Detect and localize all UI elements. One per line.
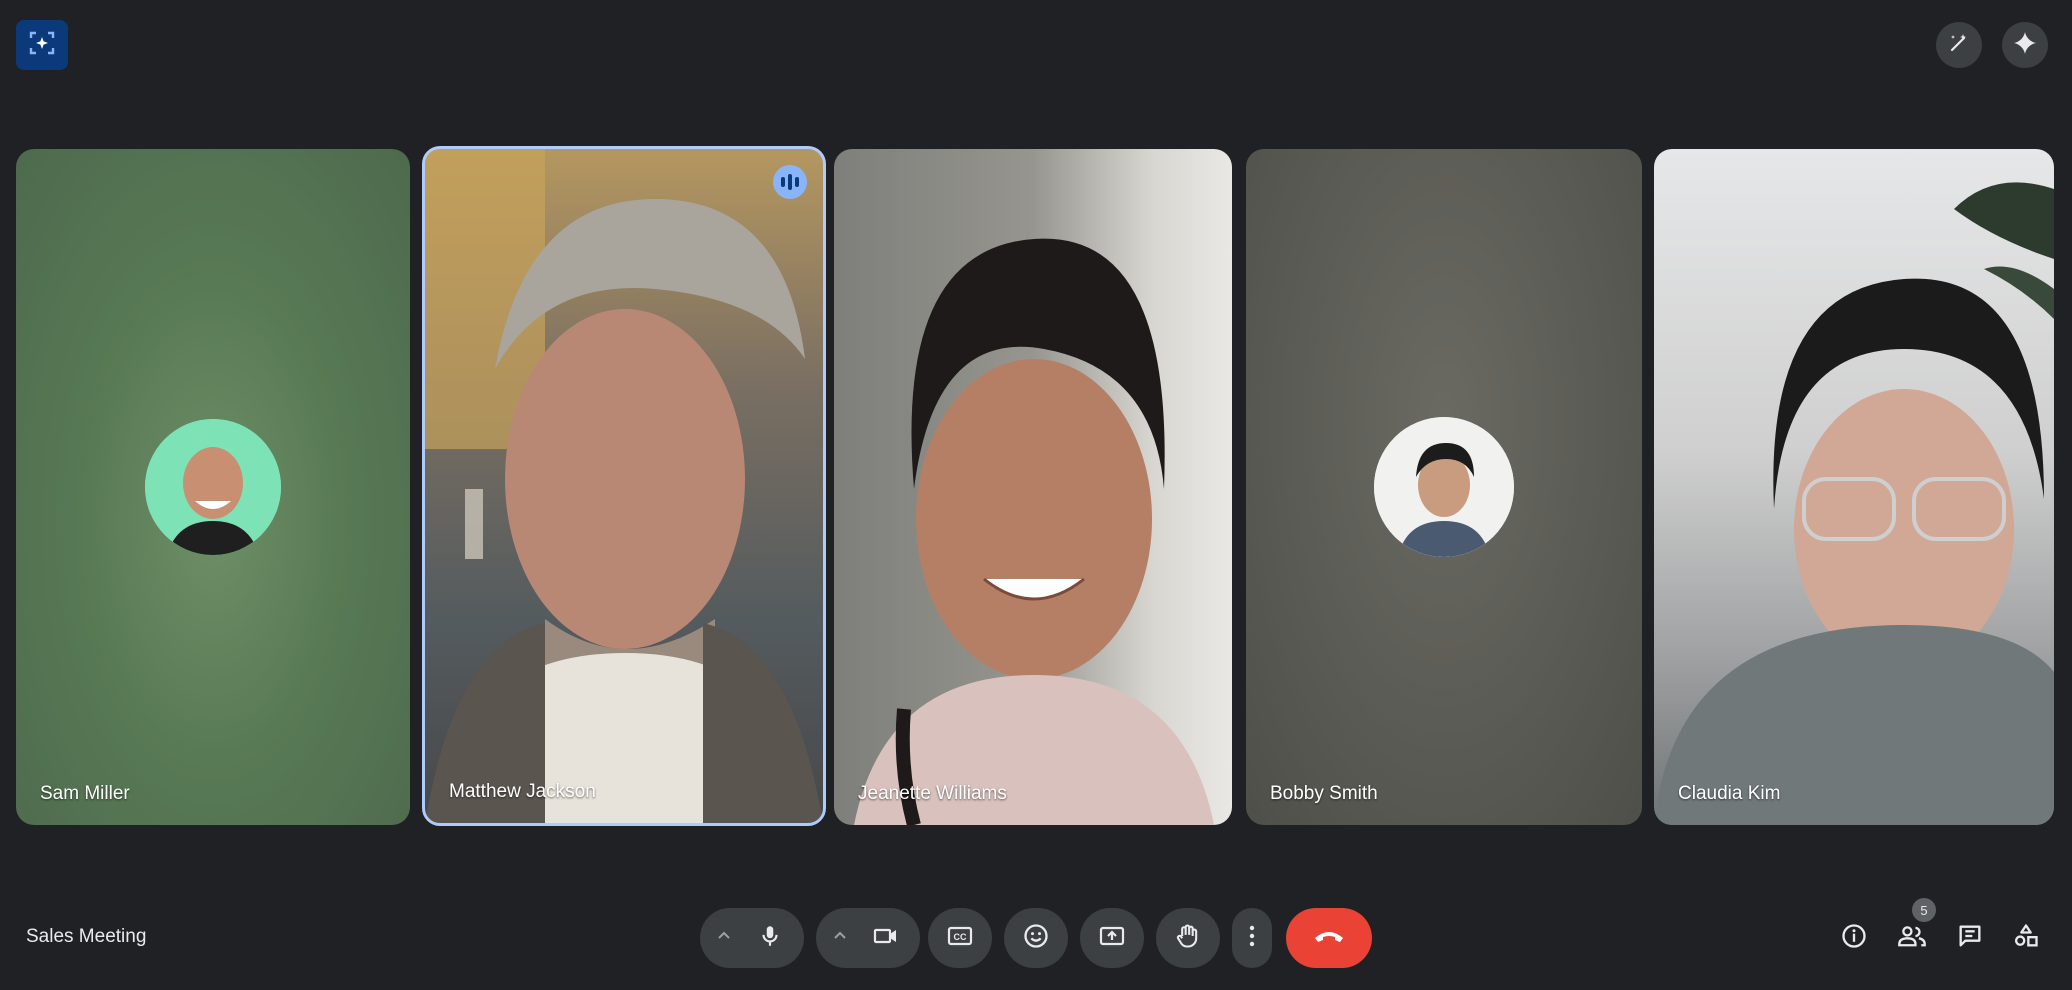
camera-icon — [872, 923, 900, 954]
participant-name: Sam Miller — [40, 783, 130, 804]
people-button[interactable] — [1888, 914, 1936, 962]
sparkle-icon — [2012, 30, 2038, 61]
camera-options-button[interactable] — [822, 928, 858, 949]
camera-control-group — [816, 908, 920, 968]
activities-icon — [2012, 922, 2040, 955]
participant-name: Claudia Kim — [1678, 783, 1781, 804]
participant-tile-jeanette-williams[interactable]: Jeanette Williams — [834, 149, 1232, 825]
more-options-button[interactable] — [1232, 908, 1272, 968]
participant-video — [1654, 182, 2054, 825]
meeting-details-button[interactable] — [1830, 914, 1878, 962]
chat-button[interactable] — [1946, 914, 1994, 962]
chat-icon — [1956, 922, 1984, 955]
people-count-badge: 5 — [1912, 898, 1936, 922]
magic-pen-button[interactable] — [1936, 22, 1982, 68]
participant-name: Matthew Jackson — [449, 781, 596, 802]
participant-name: Jeanette Williams — [858, 783, 1007, 804]
participant-tile-matthew-jackson[interactable]: Matthew Jackson — [422, 146, 826, 826]
reactions-button[interactable] — [1004, 908, 1068, 968]
participant-tile-sam-miller[interactable]: Sam Miller — [16, 149, 410, 825]
mic-toggle-button[interactable] — [742, 923, 798, 954]
chevron-up-icon — [832, 928, 848, 949]
mic-control-group — [700, 908, 804, 968]
end-call-icon — [1313, 928, 1345, 949]
gemini-button[interactable] — [2002, 22, 2048, 68]
raise-hand-icon — [1174, 922, 1202, 955]
magic-pen-icon — [1947, 31, 1971, 60]
avatar — [1374, 417, 1514, 557]
svg-text:CC: CC — [954, 932, 967, 942]
captions-icon: CC — [946, 923, 974, 954]
raise-hand-button[interactable] — [1156, 908, 1220, 968]
more-vert-icon — [1249, 924, 1255, 953]
participant-tile-bobby-smith[interactable]: Bobby Smith — [1246, 149, 1642, 825]
present-button[interactable] — [1080, 908, 1144, 968]
participant-tile-claudia-kim[interactable]: Claudia Kim — [1654, 149, 2054, 825]
present-icon — [1098, 923, 1126, 954]
chevron-up-icon — [716, 928, 732, 949]
mic-options-button[interactable] — [706, 928, 742, 949]
mic-icon — [757, 923, 783, 954]
framing-button[interactable] — [16, 20, 68, 70]
leave-call-button[interactable] — [1286, 908, 1372, 968]
meeting-title: Sales Meeting — [26, 926, 147, 947]
emoji-icon — [1022, 922, 1050, 955]
camera-toggle-button[interactable] — [858, 923, 914, 954]
participant-video — [854, 238, 1214, 825]
speaking-indicator — [773, 165, 807, 199]
captions-button[interactable]: CC — [928, 908, 992, 968]
avatar — [145, 419, 281, 555]
participant-name: Bobby Smith — [1270, 783, 1378, 804]
activities-button[interactable] — [2002, 914, 2050, 962]
participant-video — [425, 149, 823, 823]
info-icon — [1840, 922, 1868, 955]
people-icon — [1897, 922, 1927, 955]
framing-sparkle-icon — [28, 29, 56, 62]
